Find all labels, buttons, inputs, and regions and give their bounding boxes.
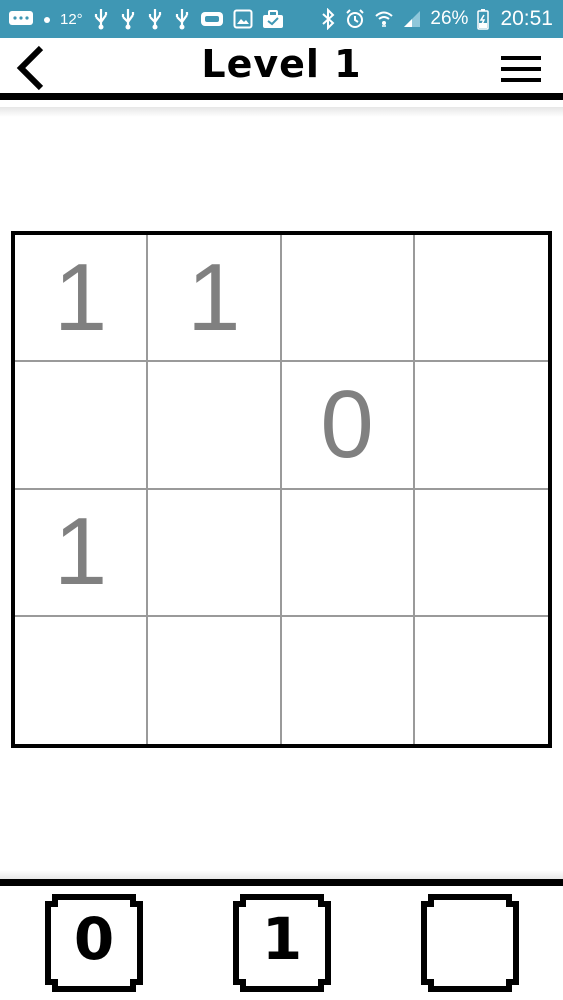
board-cell[interactable] [15,362,149,490]
board-cell[interactable] [415,617,548,744]
choice-one-label: 1 [261,905,303,973]
temperature-text: 12° [60,10,83,28]
page-title: Level 1 [201,42,362,86]
board-cell[interactable]: 0 [281,362,415,490]
status-left-icons: 12° [8,8,284,30]
battery-percent: 26% [430,8,469,29]
signal-icon [403,10,421,28]
hamburger-menu-icon-bar [501,67,541,71]
header-shadow [0,107,563,117]
pixel-frame [421,894,519,992]
board-cell[interactable] [414,362,548,490]
briefcase-icon [262,9,284,29]
board-cell[interactable] [148,489,282,617]
board-cell[interactable]: 1 [15,235,149,363]
dot-icon [43,14,51,24]
hamburger-menu-icon-bar [501,56,541,60]
vr-icon [200,10,224,28]
status-bar: 12° 26% 20:51 [0,0,563,38]
usb-icon [92,8,110,30]
usb-icon [119,8,137,30]
choice-zero-label: 0 [73,905,115,973]
board-cell[interactable]: 1 [15,489,149,617]
app-header: Level 1 [0,38,563,100]
puzzle-board: 1 1 0 1 [11,231,552,748]
board-cell[interactable] [281,235,415,363]
board-cell[interactable] [148,362,282,490]
board-cell[interactable] [148,616,282,744]
board-cell[interactable] [15,616,149,744]
board-cell[interactable]: 1 [148,235,282,363]
board-cell[interactable] [414,490,548,617]
bluetooth-icon [320,8,336,30]
usb-icon [146,8,164,30]
board-cell[interactable] [414,235,548,363]
status-right-icons: 26% 20:51 [320,7,553,31]
board-cell[interactable] [281,489,415,617]
usb-icon [173,8,191,30]
alarm-icon [345,9,365,29]
choice-zero-button[interactable]: 0 [45,894,143,992]
battery-icon [477,8,490,30]
image-icon [233,9,253,29]
menu-button[interactable] [501,52,541,86]
board-cell[interactable] [282,616,415,744]
message-icon [8,9,34,29]
clock-time: 20:51 [500,7,553,30]
wifi-icon [374,9,394,29]
choice-clear-button[interactable] [421,894,519,992]
choice-one-button[interactable]: 1 [233,894,331,992]
hamburger-menu-icon-bar [501,78,541,82]
bottom-bar-shadow [0,870,563,879]
